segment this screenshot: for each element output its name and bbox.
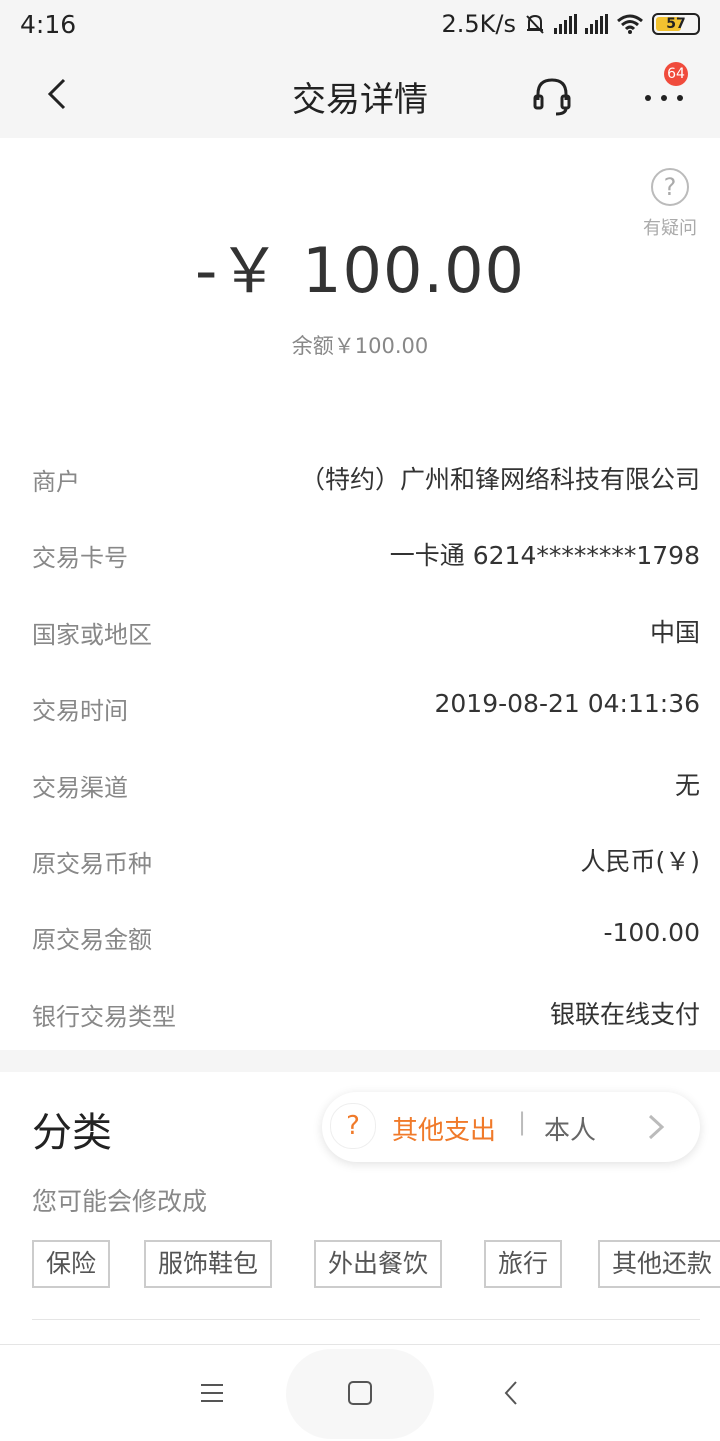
tag-other-repayment[interactable]: 其他还款 [598, 1240, 720, 1288]
detail-value: 中国 [649, 617, 700, 647]
detail-row-time: 交易时间 2019-08-21 04:11:36 [0, 667, 720, 743]
detail-label: 原交易币种 [32, 849, 152, 878]
detail-row-original-amount: 原交易金额 -100.00 [0, 896, 720, 972]
tag-travel[interactable]: 旅行 [484, 1240, 563, 1288]
detail-row-country: 国家或地区 中国 [0, 591, 720, 667]
category-selector[interactable]: ? 其他支出 | 本人 [322, 1092, 700, 1162]
question-icon: ? [651, 168, 689, 206]
system-nav-bar [0, 1344, 720, 1441]
detail-row-currency: 原交易币种 人民币(￥) [0, 820, 720, 896]
person-label: 本人 [544, 1116, 597, 1146]
detail-label: 原交易金额 [32, 926, 152, 955]
detail-label: 国家或地区 [32, 620, 152, 649]
status-icons: 2.5K/s 57 [441, 10, 700, 38]
question-icon[interactable]: ? [330, 1103, 376, 1149]
detail-value: -100.00 [603, 918, 701, 948]
status-time: 4:16 [20, 10, 77, 39]
battery-icon: 57 [652, 13, 700, 35]
tag-dining[interactable]: 外出餐饮 [314, 1240, 443, 1288]
detail-list: 商户 （特约）广州和锋网络科技有限公司 交易卡号 一卡通 6214*******… [0, 438, 720, 1049]
category-section: 分类 ? 其他支出 | 本人 您可能会修改成 保险 服饰鞋包 外出餐饮 旅行 其… [0, 1072, 720, 1344]
detail-value: 人民币(￥) [580, 846, 700, 876]
balance-text: 余额￥100.00 [291, 334, 429, 358]
detail-value: 银联在线支付 [549, 999, 700, 1029]
selected-category: 其他支出 [392, 1116, 497, 1146]
net-speed: 2.5K/s [441, 10, 517, 38]
detail-label: 交易渠道 [32, 773, 128, 802]
detail-label: 商户 [32, 468, 80, 496]
suggestion-tags: 保险 服饰鞋包 外出餐饮 旅行 其他还款 [32, 1240, 720, 1292]
transaction-amount: -￥ 100.00 [194, 234, 526, 307]
detail-value: 无 [674, 770, 700, 800]
detail-label: 交易卡号 [32, 544, 128, 573]
wifi-icon [617, 14, 643, 34]
transaction-card: ? 有疑问 -￥ 100.00 余额￥100.00 商户 （特约）广州和锋网络科… [0, 138, 720, 1050]
notification-badge: 64 [664, 62, 688, 86]
menu-icon[interactable] [198, 1379, 226, 1407]
detail-row-channel: 交易渠道 无 [0, 744, 720, 820]
page-title: 交易详情 [292, 80, 428, 120]
tag-insurance[interactable]: 保险 [32, 1240, 111, 1288]
detail-label: 银行交易类型 [32, 1002, 176, 1031]
divider [32, 1319, 700, 1320]
signal-icon [554, 14, 577, 34]
detail-value: 一卡通 6214********1798 [389, 541, 700, 571]
back-triangle-icon[interactable] [498, 1379, 526, 1407]
nav-bar: 交易详情 64 [0, 52, 720, 138]
detail-row-bank-type: 银行交易类型 银联在线支付 [0, 973, 720, 1049]
detail-value: 2019-08-21 04:11:36 [434, 689, 700, 719]
mute-bell-icon [526, 14, 544, 34]
detail-value: （特约）广州和锋网络科技有限公司 [299, 465, 700, 494]
chevron-right-icon [648, 1114, 665, 1140]
category-heading: 分类 [32, 1110, 112, 1156]
signal-icon [585, 14, 608, 34]
separator: | [518, 1108, 527, 1136]
detail-label: 交易时间 [32, 697, 128, 726]
detail-row-card-number: 交易卡号 一卡通 6214********1798 [0, 514, 720, 590]
home-icon[interactable] [346, 1379, 374, 1407]
status-bar: 4:16 2.5K/s 57 [0, 0, 720, 52]
suggestion-hint: 您可能会修改成 [32, 1187, 208, 1216]
headset-icon[interactable] [530, 74, 574, 118]
tag-apparel[interactable]: 服饰鞋包 [144, 1240, 273, 1288]
detail-row-merchant: 商户 （特约）广州和锋网络科技有限公司 [0, 438, 720, 514]
